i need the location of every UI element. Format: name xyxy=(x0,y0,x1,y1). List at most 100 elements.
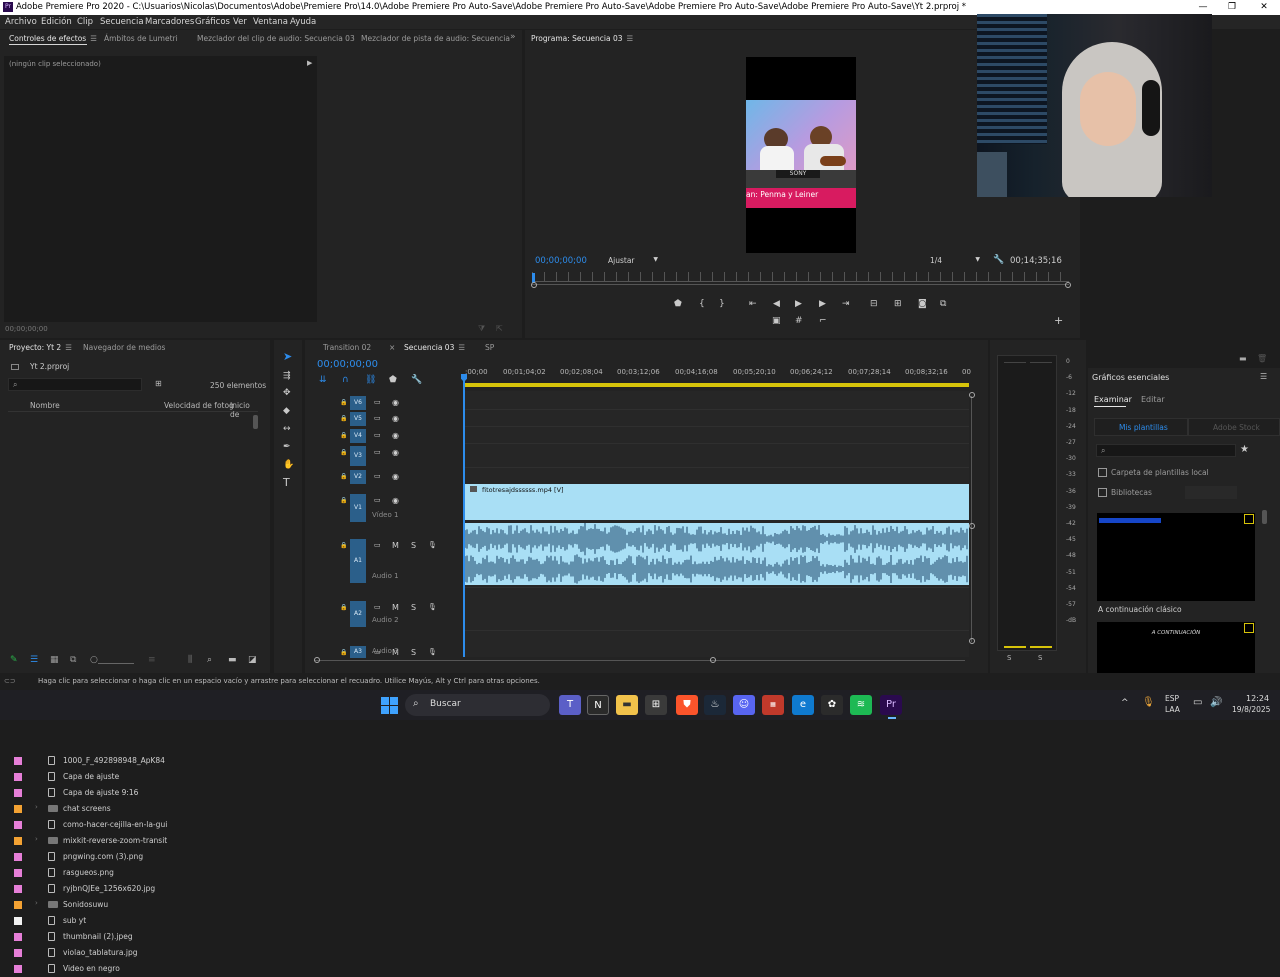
track-lock-icon[interactable]: 🔒 xyxy=(340,449,347,456)
zoom-handle-left[interactable] xyxy=(531,282,537,288)
toggle-output-eye-icon[interactable]: ◉ xyxy=(392,414,399,423)
tab-clip-audio-mixer[interactable]: Mezclador del clip de audio: Secuencia 0… xyxy=(197,34,355,43)
pen-tool-icon[interactable]: ✒ xyxy=(283,442,291,452)
tab-program[interactable]: Programa: Secuencia 03 ☰ xyxy=(531,34,633,43)
menu-marcadores[interactable]: Marcadores xyxy=(145,17,194,27)
freeform-view-icon[interactable]: ⧉ xyxy=(70,655,76,665)
type-tool-icon[interactable]: T xyxy=(283,477,290,488)
menu-secuencia[interactable]: Secuencia xyxy=(100,17,144,27)
tab-editar[interactable]: Editar xyxy=(1141,395,1165,404)
new-bin-icon[interactable]: ▬ xyxy=(228,655,237,665)
discord-icon[interactable]: ☺ xyxy=(733,695,755,715)
track-target-label[interactable]: V5 xyxy=(350,412,366,426)
local-folder-checkbox[interactable] xyxy=(1098,468,1107,477)
label-color-swatch[interactable] xyxy=(14,805,22,813)
sync-lock-icon[interactable]: ▭ xyxy=(374,603,381,611)
column-framerate[interactable]: Velocidad de fotog xyxy=(164,401,234,410)
label-color-swatch[interactable] xyxy=(14,885,22,893)
grid-icon[interactable]: # xyxy=(795,316,803,326)
filter-icon[interactable]: ⧩ xyxy=(478,324,485,334)
windows-start-icon[interactable] xyxy=(381,697,398,714)
game-icon[interactable]: ▦ xyxy=(762,695,784,715)
export-icon[interactable]: ⇱ xyxy=(496,324,503,333)
timeline-settings-icon[interactable]: 🔧 xyxy=(411,375,422,385)
label-color-swatch[interactable] xyxy=(14,773,22,781)
project-search-input[interactable]: ⌕ xyxy=(8,378,142,391)
disclosure-chevron-icon[interactable]: › xyxy=(35,803,38,811)
hand-tool-icon[interactable]: ✋ xyxy=(283,460,294,470)
menu-ayuda[interactable]: Ayuda xyxy=(290,17,316,27)
track-target-label[interactable]: V4 xyxy=(350,429,366,443)
mute-button[interactable]: M xyxy=(392,603,399,612)
sync-lock-icon[interactable]: ▭ xyxy=(374,398,381,406)
template-thumb-2[interactable]: A CONTINUACIÓN xyxy=(1097,622,1255,673)
timeline-hscroll[interactable] xyxy=(315,660,965,661)
work-area-bar[interactable] xyxy=(463,383,969,387)
track-lock-icon[interactable]: 🔒 xyxy=(340,432,347,439)
add-marker-timeline-icon[interactable]: ⬟ xyxy=(389,375,397,385)
track-lock-icon[interactable]: 🔒 xyxy=(340,473,347,480)
safe-margins-icon[interactable]: ▣ xyxy=(772,316,781,326)
audio-clip[interactable] xyxy=(465,523,969,585)
chatgpt-icon[interactable]: ✿ xyxy=(821,695,843,715)
ripple-edit-tool-icon[interactable]: ✥ xyxy=(283,388,291,398)
comparison-view-icon[interactable]: ⧉ xyxy=(940,299,946,309)
column-name[interactable]: Nombre xyxy=(30,401,60,410)
toggle-output-eye-icon[interactable]: ◉ xyxy=(392,431,399,440)
my-templates-button[interactable]: Mis plantillas xyxy=(1094,418,1188,436)
more-tabs-icon[interactable]: » xyxy=(510,32,516,42)
store-icon[interactable]: ⊞ xyxy=(645,695,667,715)
slip-tool-icon[interactable]: ↔ xyxy=(283,424,291,434)
label-color-swatch[interactable] xyxy=(14,901,22,909)
program-timecode[interactable]: 00;00;00;00 xyxy=(535,256,587,266)
minimize-button[interactable]: — xyxy=(1189,0,1217,15)
list-view-icon[interactable]: ☰ xyxy=(30,655,38,665)
step-forward-icon[interactable]: ▶ xyxy=(819,299,826,309)
program-scrubber[interactable] xyxy=(532,272,1069,282)
tab-media-browser[interactable]: Navegador de medios xyxy=(83,343,165,352)
tab-examinar[interactable]: Examinar xyxy=(1094,395,1132,404)
track-header-v5[interactable]: 🔒 V5 ▭ ◉ xyxy=(308,412,463,428)
menu-graficos[interactable]: Gráficos xyxy=(195,17,230,27)
menu-archivo[interactable]: Archivo xyxy=(5,17,37,27)
step-back-icon[interactable]: ◀ xyxy=(773,299,780,309)
menu-clip[interactable]: Clip xyxy=(77,17,93,27)
sync-lock-icon[interactable]: ▭ xyxy=(374,414,381,422)
automate-icon[interactable]: ⫼ xyxy=(188,655,192,665)
tab-lumetri-scopes[interactable]: Ámbitos de Lumetri xyxy=(104,34,178,43)
add-marker-icon[interactable]: ⬟ xyxy=(674,299,682,309)
disclosure-chevron-icon[interactable]: › xyxy=(35,835,38,843)
resolution-dropdown[interactable]: 1/4 ▼ xyxy=(930,256,984,265)
track-target-label[interactable]: V1 xyxy=(350,494,366,522)
project-item[interactable]: › chat screens xyxy=(8,801,258,817)
tab-close-icon[interactable]: × xyxy=(389,343,395,352)
timeline-vscroll[interactable] xyxy=(971,396,972,642)
sync-lock-icon[interactable]: ▭ xyxy=(374,472,381,480)
track-lock-icon[interactable]: 🔒 xyxy=(340,415,347,422)
track-select-tool-icon[interactable]: ⇶ xyxy=(283,371,291,381)
track-header-v6[interactable]: 🔒 V6 ▭ ◉ xyxy=(308,396,463,412)
project-item[interactable]: ryjbnQJEe_1256x620.jpg xyxy=(8,881,258,897)
menu-ver[interactable]: Ver xyxy=(233,17,247,27)
solo-button[interactable]: S xyxy=(411,648,416,657)
track-lock-icon[interactable]: 🔒 xyxy=(340,604,347,611)
track-header-a1[interactable]: 🔒 A1 ▭ M S 🎙 Audio 1 xyxy=(308,539,463,583)
toggle-output-eye-icon[interactable]: ◉ xyxy=(392,472,399,481)
steam-icon[interactable]: ♨ xyxy=(704,695,726,715)
hscroll-handle-left[interactable] xyxy=(314,657,320,663)
track-target-label[interactable]: A2 xyxy=(350,601,366,627)
tab-sp[interactable]: SP xyxy=(485,343,494,352)
meter-solo-left[interactable]: S xyxy=(1007,654,1011,662)
clock-time[interactable]: 12:24 xyxy=(1246,694,1269,703)
network-icon[interactable]: ▭ xyxy=(1193,697,1202,708)
label-color-swatch[interactable] xyxy=(14,757,22,765)
go-to-out-icon[interactable]: ⇥ xyxy=(842,299,850,309)
tab-secuencia-03[interactable]: Secuencia 03 ☰ xyxy=(404,343,465,352)
project-item[interactable]: › Sonidosuwu xyxy=(8,897,258,913)
track-target-label[interactable]: V3 xyxy=(350,446,366,466)
template-thumb-1[interactable] xyxy=(1097,513,1255,601)
voiceover-record-icon[interactable]: 🎙 xyxy=(428,603,437,611)
lift-icon[interactable]: ⊟ xyxy=(870,299,878,309)
project-item[interactable]: 1000_F_492898948_ApK84 xyxy=(8,753,258,769)
clock-date[interactable]: 19/8/2025 xyxy=(1232,705,1270,714)
